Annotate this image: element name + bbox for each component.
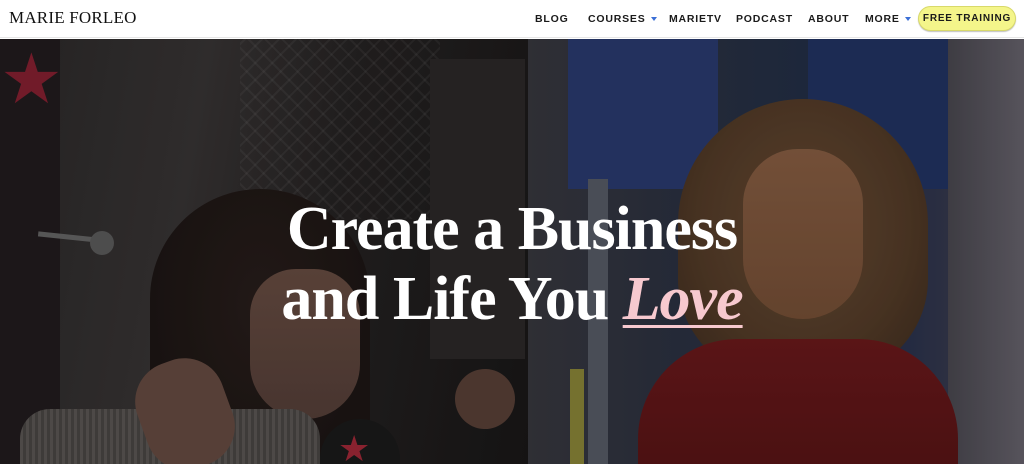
headline-line-2: and Life You Love (0, 264, 1024, 334)
nav-blog[interactable]: BLOG (535, 12, 569, 26)
nav-more-label: MORE (865, 13, 900, 25)
free-training-button[interactable]: FREE TRAINING (918, 6, 1016, 31)
nav-marietv-label: MARIETV (669, 13, 722, 25)
nav-podcast-label: PODCAST (736, 13, 793, 25)
chevron-down-icon (904, 17, 911, 21)
nav-about-label: ABOUT (808, 13, 850, 25)
nav-more[interactable]: MORE (865, 12, 911, 26)
nav-marietv[interactable]: MARIETV (669, 12, 722, 26)
nav-podcast[interactable]: PODCAST (736, 12, 793, 26)
headline-line-1: Create a Business (286, 195, 738, 263)
nav-courses[interactable]: COURSES (588, 12, 657, 26)
site-header: MARIE FORLEO BLOG COURSES MARIETV PODCAS… (0, 0, 1024, 38)
hero-headline: Create a Business and Life You Love (0, 194, 1024, 334)
hero-section: ★ ★ Create a Business and Life You Love (0, 39, 1024, 464)
headline-emphasis: Love (622, 265, 744, 333)
nav-courses-label: COURSES (588, 13, 646, 25)
headline-line-2-text: and Life You (281, 265, 623, 333)
nav-about[interactable]: ABOUT (808, 12, 849, 26)
chevron-down-icon (650, 17, 657, 21)
site-logo[interactable]: MARIE FORLEO (9, 8, 137, 28)
nav-blog-label: BLOG (535, 13, 569, 25)
